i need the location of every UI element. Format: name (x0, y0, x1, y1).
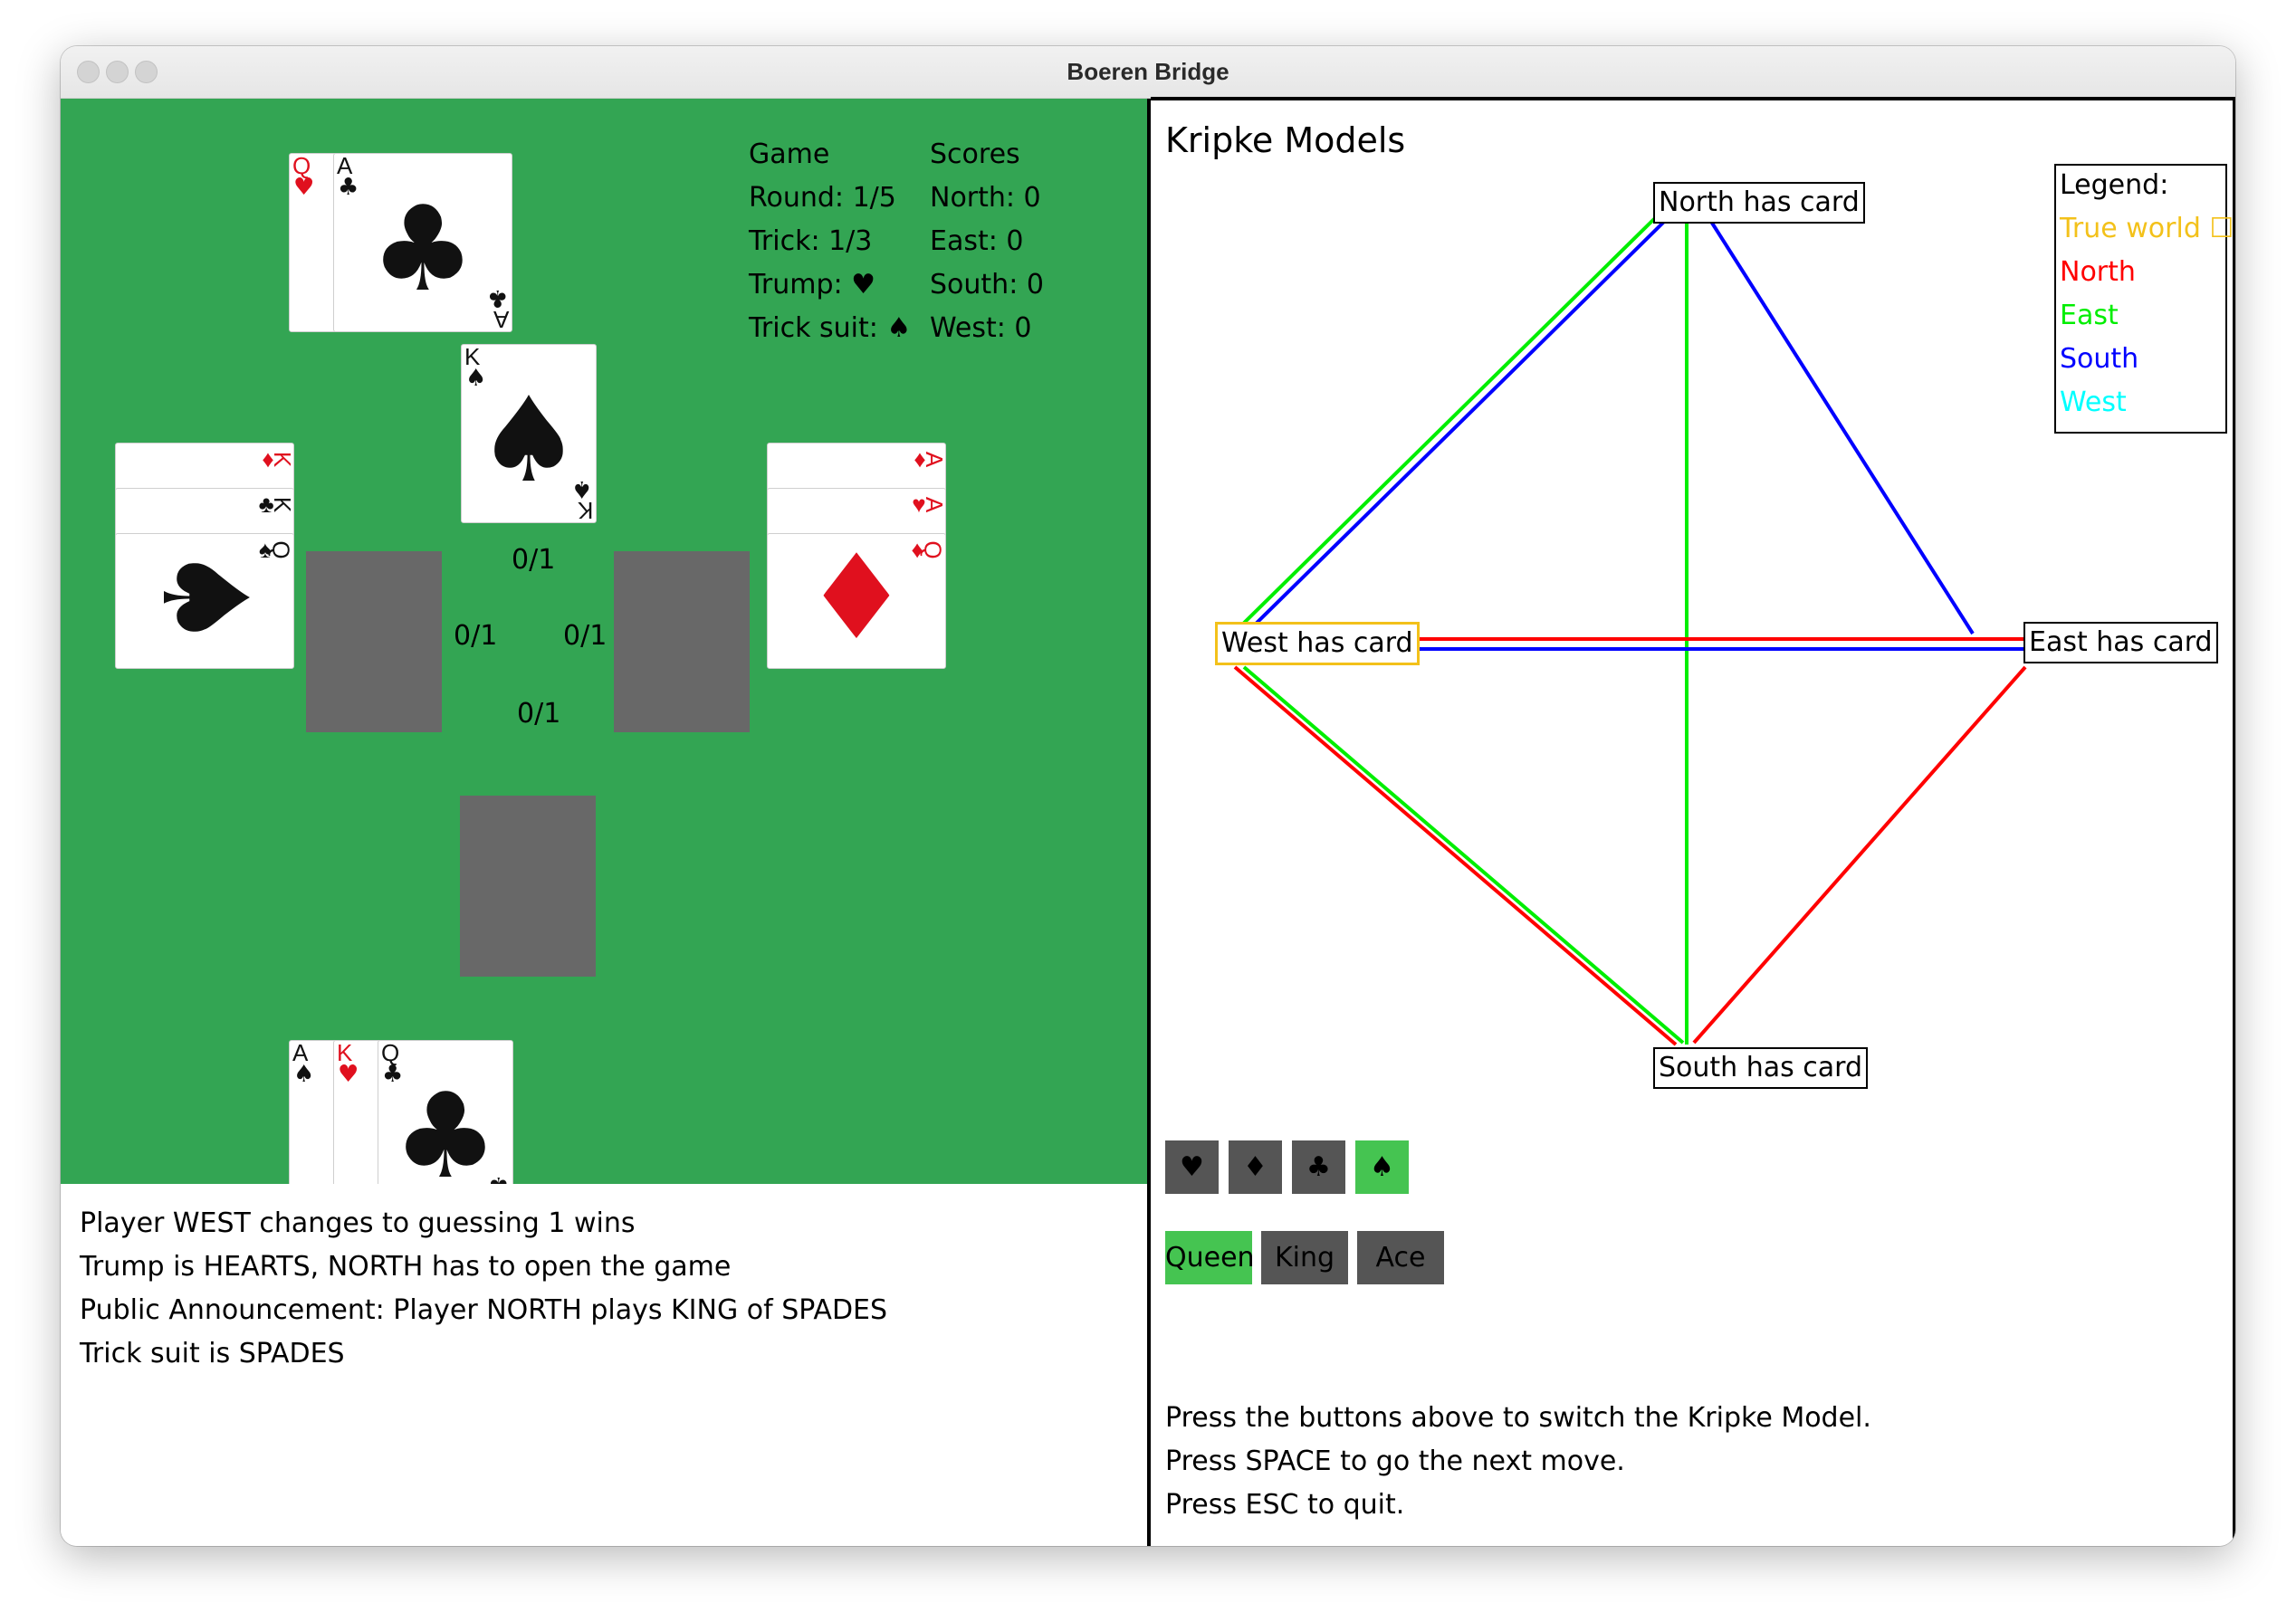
card-rank: K (268, 496, 294, 513)
card-label: ♦A (914, 445, 945, 473)
round-info: Round: 1/5 (749, 182, 896, 214)
rank-king-button[interactable]: King (1261, 1231, 1348, 1284)
edge-north-south-east (1692, 665, 2027, 1045)
club-icon: ♣ (369, 180, 476, 318)
east-trick-slot (614, 551, 750, 732)
scores-header: Scores (930, 138, 1020, 170)
edge-north-west-south (1233, 665, 1678, 1046)
card-suit-bottom: ♠ (570, 475, 592, 502)
instruction-line: Press SPACE to go the next move. (1165, 1445, 1625, 1477)
spade-icon: ♠ (136, 544, 273, 651)
bid-east: 0/1 (563, 620, 607, 652)
instruction-line: Press ESC to quit. (1165, 1489, 1405, 1521)
trick-suit-info: Trick suit: ♠ (749, 312, 912, 344)
legend: Legend: True world ☐ North East South We… (2054, 164, 2234, 434)
card-label: ♣K (259, 491, 293, 519)
card-rank: A (920, 496, 946, 513)
world-west: West has card (1215, 622, 1420, 665)
card-rank: K (268, 451, 294, 468)
game-header: Game (749, 138, 830, 170)
diamond-icon: ♦ (803, 533, 910, 666)
legend-east: East (2060, 300, 2119, 331)
score-north: North: 0 (930, 182, 1041, 214)
suit-spades-button[interactable]: ♠ (1355, 1140, 1409, 1194)
suit-hearts-button[interactable]: ♥ (1165, 1140, 1219, 1194)
card-suit-bottom: ♣ (486, 284, 508, 311)
suit-diamonds-button[interactable]: ♦ (1229, 1140, 1282, 1194)
kripke-panel-border (2233, 99, 2235, 1546)
bid-west: 0/1 (454, 620, 498, 652)
trump-info: Trump: ♥ (749, 269, 876, 301)
world-east: East has card (2023, 622, 2218, 663)
south-trick-slot (460, 796, 596, 977)
rank-ace-button[interactable]: Ace (1357, 1231, 1444, 1284)
window-title: Boeren Bridge (1067, 58, 1229, 85)
suit-clubs-button[interactable]: ♣ (1292, 1140, 1345, 1194)
log-line: Public Announcement: Player NORTH plays … (80, 1294, 888, 1326)
legend-north: North (2060, 256, 2136, 288)
west-card-3: ♠Q ♠ (115, 533, 294, 669)
card-suit: ♠ (293, 1061, 315, 1088)
north-card-2: A ♣ ♣ A ♣ (333, 153, 512, 332)
score-west: West: 0 (930, 312, 1032, 344)
score-south: South: 0 (930, 269, 1044, 301)
card-label: ♥A (912, 491, 945, 519)
west-trick-slot (306, 551, 442, 732)
title-bar: Boeren Bridge (61, 46, 2235, 99)
instruction-line: Press the buttons above to switch the Kr… (1165, 1402, 1871, 1434)
game-log: Player WEST changes to guessing 1 wins T… (61, 1184, 1148, 1546)
played-card-north: K ♠ ♠ K ♠ (461, 344, 597, 523)
kripke-panel-border (1151, 97, 2235, 100)
world-north: North has card (1653, 182, 1865, 224)
edge-east-west-north (1231, 215, 1658, 635)
card-suit: ♥ (293, 174, 315, 201)
log-line: Player WEST changes to guessing 1 wins (80, 1207, 636, 1239)
app-window: Boeren Bridge Game Round: 1/5 Trick: 1/3… (61, 46, 2235, 1546)
log-line: Trump is HEARTS, NORTH has to open the g… (80, 1251, 732, 1283)
edge-south-west-north (1242, 217, 1669, 637)
trick-info: Trick: 1/3 (749, 225, 873, 257)
card-suit: ♥ (338, 1061, 359, 1088)
legend-west: West (2060, 386, 2127, 418)
card-label: ♦K (262, 445, 293, 473)
score-east: East: 0 (930, 225, 1024, 257)
bid-south: 0/1 (517, 698, 561, 730)
game-table: Game Round: 1/5 Trick: 1/3 Trump: ♥ Tric… (61, 99, 1147, 1219)
log-line: Trick suit is SPADES (80, 1338, 345, 1369)
bid-north: 0/1 (512, 544, 556, 576)
edge-south-north-east (1707, 215, 1975, 635)
edge-east-west-south (1242, 665, 1685, 1045)
legend-title: Legend: (2060, 169, 2169, 201)
legend-true-world: True world ☐ (2060, 213, 2234, 244)
rank-queen-button[interactable]: Queen (1165, 1231, 1255, 1284)
world-south: South has card (1653, 1047, 1869, 1089)
card-rank: A (920, 451, 946, 468)
legend-south: South (2060, 343, 2139, 375)
east-card-3: ♦Q ♦ (767, 533, 946, 669)
